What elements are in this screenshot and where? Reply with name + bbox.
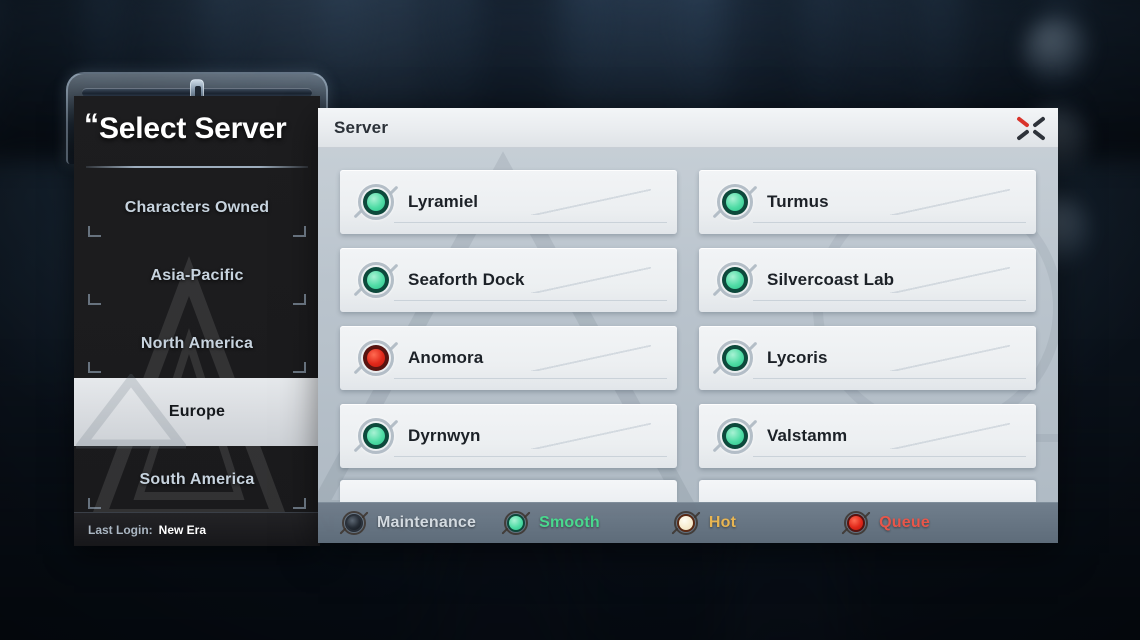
server-name: Silvercoast Lab [767,270,895,289]
sidebar-item-north-america[interactable]: North America [74,310,320,378]
server-row[interactable]: Seaforth Dock [340,248,677,312]
legend-orb-hot [671,509,701,537]
sidebar-item-europe[interactable]: Europe [74,374,320,449]
server-row[interactable]: Lyramiel [340,170,677,234]
server-grid: Lyramiel Seaforth Dock Anomora Dyrnwyn Turm… [318,148,1058,502]
server-status-orb-smooth [353,416,399,456]
sidebar-item-characters-owned[interactable]: Characters Owned [74,174,320,242]
sidebar-item-label: Characters Owned [124,199,270,216]
legend-orb-maintenance [339,509,369,537]
server-status-orb-smooth [712,416,758,456]
legend-label: Queue [879,514,930,531]
status-legend: Maintenance Smooth Hot Queue [318,502,1058,543]
sidebar-item-label: Europe [168,403,226,420]
sidebar-item-south-america[interactable]: South America [74,446,320,514]
sidebar-item-label: Asia-Pacific [150,267,244,284]
server-name: Valstamm [767,426,848,445]
server-row[interactable]: Valstamm [699,404,1036,468]
server-row[interactable]: Anomora [340,326,677,390]
legend-orb-queue [841,509,871,537]
server-row[interactable]: Silvercoast Lab [699,248,1036,312]
legend-label: Hot [708,514,737,531]
sidebar-item-label: North America [140,335,254,352]
sidebar-body: ACCOUNT “ Select Server Characters Owned… [74,96,320,546]
server-status-orb-smooth [353,260,399,300]
legend-item-hot: Hot [671,509,737,537]
legend-item-queue: Queue [841,509,930,537]
legend-label: Maintenance [377,514,477,531]
server-name: Turmus [767,192,829,211]
sidebar-item-label: South America [139,471,255,488]
last-login-label: Last Login: [88,522,153,537]
page-title: Select Server [99,112,287,145]
server-name: Anomora [408,348,484,367]
title-divider [86,166,308,168]
clipped-rows-indicator [340,480,1036,502]
panel-title: Server [334,117,389,137]
server-row[interactable]: Lycoris [699,326,1036,390]
legend-item-smooth: Smooth [501,509,600,537]
close-x-icon[interactable] [1014,112,1048,144]
server-status-orb-queue [353,338,399,378]
region-list: Characters Owned Asia-Pacific North Americ… [74,174,320,514]
legend-label: Smooth [539,514,600,531]
server-column-right: Turmus Silvercoast Lab Lycoris Valstamm [699,170,1036,502]
server-column-left: Lyramiel Seaforth Dock Anomora Dyrnwyn [340,170,677,502]
server-status-orb-smooth [712,260,758,300]
server-name: Lyramiel [408,192,479,211]
panel-header: Server [318,108,1058,148]
server-name: Dyrnwyn [408,426,481,445]
quote-mark-icon: “ [84,108,99,141]
server-list-panel: NTRY Server LyramielSeaforth DockAnomora… [318,108,1058,543]
server-name: Seaforth Dock [408,270,525,289]
server-status-orb-smooth [712,338,758,378]
server-status-orb-smooth [712,182,758,222]
server-name: Lycoris [767,348,828,367]
server-row[interactable]: Dyrnwyn [340,404,677,468]
server-row[interactable]: Turmus [699,170,1036,234]
sidebar-title-row: “ Select Server [74,96,320,170]
select-server-panel: ACCOUNT “ Select Server Characters Owned… [66,72,328,550]
legend-item-maintenance: Maintenance [339,509,477,537]
server-status-orb-smooth [353,182,399,222]
sidebar-item-asia-pacific[interactable]: Asia-Pacific [74,242,320,310]
last-login-bar: Last Login: New Era [74,512,320,546]
legend-orb-smooth [501,509,531,537]
last-login-value: New Era [158,522,207,537]
